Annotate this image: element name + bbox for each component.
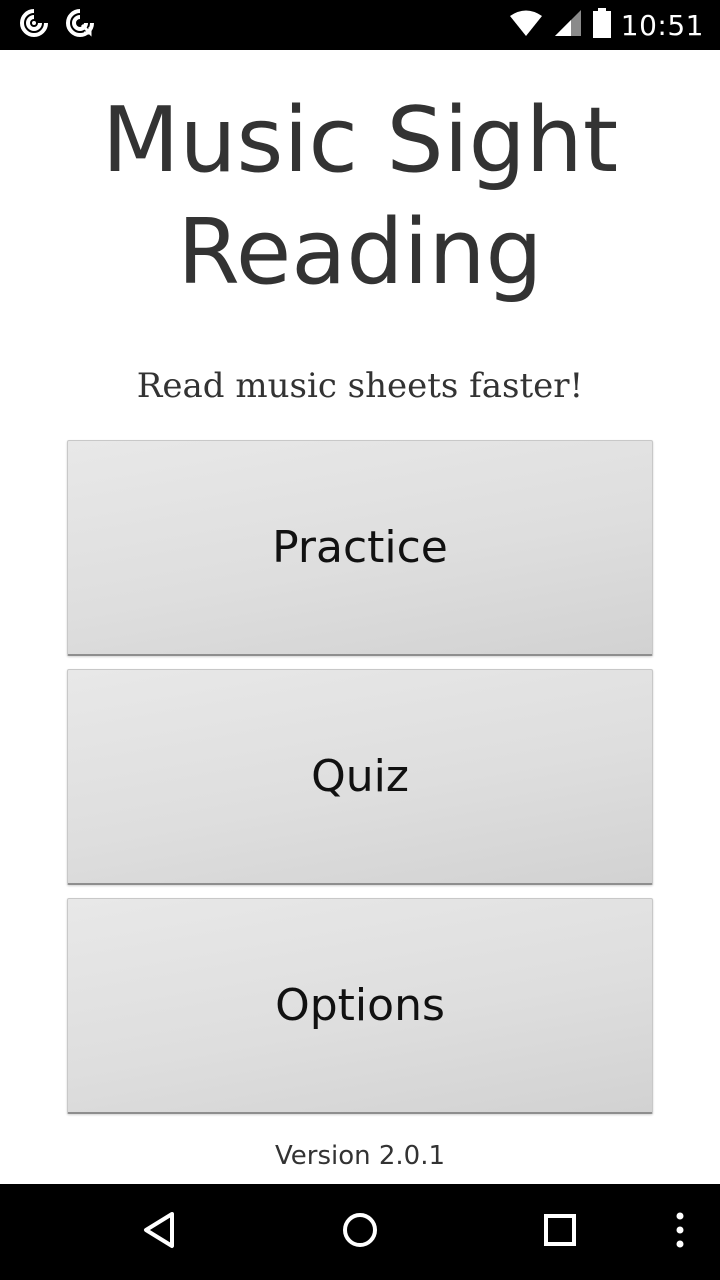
wifi-icon [509, 9, 543, 41]
status-time: 10:51 [620, 8, 704, 42]
overflow-menu-button[interactable] [656, 1208, 704, 1256]
sync-icon [18, 7, 50, 43]
home-icon [340, 1210, 380, 1254]
navigation-bar [0, 1184, 720, 1280]
back-button[interactable] [136, 1208, 184, 1256]
recents-button[interactable] [536, 1208, 584, 1256]
sync-alert-icon [64, 7, 96, 43]
app-title: Music Sight Reading [0, 85, 720, 309]
status-right-icons: 10:51 [509, 8, 704, 42]
battery-icon [592, 8, 611, 42]
status-left-icons [18, 8, 96, 42]
practice-button-label: Practice [272, 522, 448, 573]
app-title-line-1: Music Sight [101, 88, 619, 193]
home-button[interactable] [336, 1208, 384, 1256]
main-content: Music Sight Reading Read music sheets fa… [0, 50, 720, 1184]
version-label: Version 2.0.1 [274, 1141, 446, 1171]
back-icon [140, 1210, 180, 1254]
practice-button[interactable]: Practice [67, 440, 653, 656]
app-title-line-2: Reading [177, 200, 543, 305]
options-button[interactable]: Options [67, 898, 653, 1114]
quiz-button[interactable]: Quiz [67, 669, 653, 885]
options-button-label: Options [275, 980, 445, 1031]
tagline: Read music sheets faster! [136, 366, 584, 406]
status-bar: 10:51 [0, 0, 720, 50]
overflow-menu-icon [674, 1210, 686, 1254]
quiz-button-label: Quiz [311, 751, 409, 802]
signal-icon [553, 8, 583, 42]
recents-icon [540, 1210, 580, 1254]
